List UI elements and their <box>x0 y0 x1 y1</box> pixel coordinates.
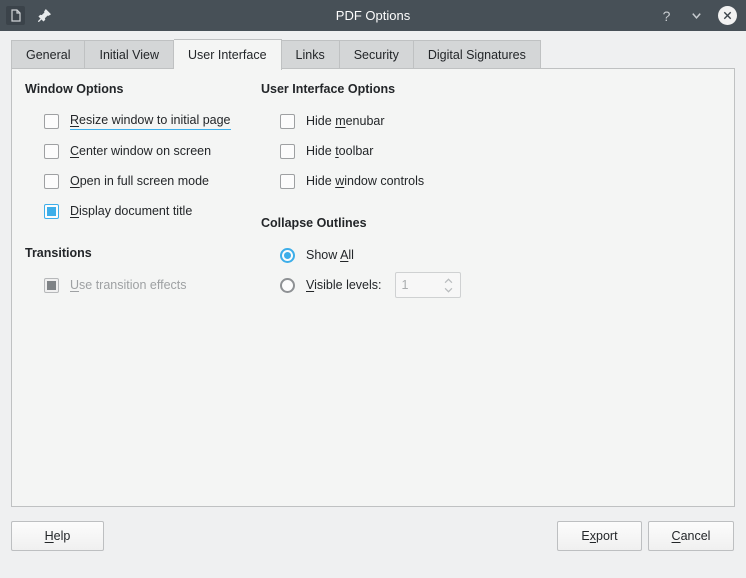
label-text: Hide <box>306 114 336 128</box>
checkbox-label-display-title: Display document title <box>70 204 192 218</box>
radio-label-visible-levels: Visible levels: <box>306 278 382 292</box>
title-bar-controls: ? <box>658 6 746 25</box>
label-text: port <box>596 529 618 543</box>
mnemonic: D <box>70 204 80 218</box>
checkbox-row-resize-window[interactable]: Resize window to initial page <box>25 106 243 136</box>
checkbox-label-hide-toolbar: Hide toolbar <box>306 144 373 158</box>
checkbox-hide-window-controls[interactable] <box>280 173 295 189</box>
title-bar: PDF Options ? <box>0 0 746 31</box>
radio-visible-levels[interactable] <box>280 277 295 293</box>
checkbox-full-screen[interactable] <box>44 173 59 189</box>
checkbox-row-hide-menubar[interactable]: Hide menubar <box>261 106 543 136</box>
radio-row-visible-levels[interactable]: Visible levels: 1 <box>261 270 543 300</box>
checkbox-row-full-screen[interactable]: Open in full screen mode <box>25 166 243 196</box>
label-text: elp <box>53 529 71 543</box>
visible-levels-value: 1 <box>401 278 409 292</box>
checkbox-display-title[interactable] <box>44 203 59 219</box>
label-text: Hide <box>306 174 336 188</box>
checkbox-label-center-window: Center window on screen <box>70 144 211 158</box>
label-text: ancel <box>680 529 711 543</box>
label-text: pen in full screen mode <box>79 174 209 188</box>
tab-label: Initial View <box>99 48 160 62</box>
pin-icon[interactable] <box>35 7 53 25</box>
tab-label: Links <box>295 48 325 62</box>
mnemonic: U <box>70 278 80 292</box>
right-column: User Interface Options Hide menubar Hide… <box>243 82 543 300</box>
export-button[interactable]: Export <box>557 521 642 551</box>
chevron-up-icon <box>444 277 452 283</box>
label-text: ll <box>348 248 354 262</box>
checkbox-hide-toolbar[interactable] <box>280 143 295 159</box>
checkbox-label-hide-window-controls: Hide window controls <box>306 174 424 188</box>
tab-security[interactable]: Security <box>339 40 414 69</box>
checkbox-row-hide-window-controls[interactable]: Hide window controls <box>261 166 543 196</box>
cancel-button-label: Cancel <box>672 529 711 543</box>
collapse-outlines-title: Collapse Outlines <box>261 216 367 230</box>
tab-digital-signatures[interactable]: Digital Signatures <box>413 40 541 69</box>
tab-label: User Interface <box>188 48 267 62</box>
tab-content-panel: Window Options Resize window to initial … <box>11 68 735 507</box>
help-button[interactable]: Help <box>11 521 104 551</box>
checkbox-resize-window[interactable] <box>44 113 59 129</box>
chevron-down-icon <box>444 287 452 293</box>
label-text: esize window to initial page <box>79 112 231 127</box>
spinbox-arrows <box>443 277 454 293</box>
label-text: E <box>581 529 590 543</box>
tab-label: General <box>26 48 71 62</box>
mnemonic: C <box>70 144 80 158</box>
checkbox-label-full-screen: Open in full screen mode <box>70 174 209 188</box>
radio-show-all[interactable] <box>280 247 295 263</box>
help-icon[interactable]: ? <box>658 7 675 24</box>
mnemonic: V <box>306 278 315 292</box>
chevron-down-icon[interactable] <box>688 7 705 24</box>
window-options-title: Window Options <box>25 82 124 96</box>
label-text: se transition effects <box>79 278 187 292</box>
label-text: isplay document title <box>79 204 193 218</box>
label-text: indow controls <box>344 174 425 188</box>
checkbox-center-window[interactable] <box>44 143 59 159</box>
label-text: Show <box>306 248 341 262</box>
label-text: isible levels: <box>314 278 382 292</box>
tab-user-interface[interactable]: User Interface <box>174 39 282 70</box>
left-column: Window Options Resize window to initial … <box>12 82 243 300</box>
visible-levels-spinbox: 1 <box>394 272 461 298</box>
transitions-title: Transitions <box>25 246 92 260</box>
radio-label-show-all: Show All <box>306 248 354 262</box>
mnemonic: H <box>44 529 54 543</box>
checkbox-row-center-window[interactable]: Center window on screen <box>25 136 243 166</box>
mnemonic: m <box>335 114 346 128</box>
checkbox-label-resize-window: Resize window to initial page <box>70 113 231 130</box>
label-text: enubar <box>345 114 385 128</box>
checkbox-row-hide-toolbar[interactable]: Hide toolbar <box>261 136 543 166</box>
checkbox-transition-effects <box>44 277 59 293</box>
window-title: PDF Options <box>335 8 411 23</box>
tab-label: Digital Signatures <box>427 48 526 62</box>
mnemonic: R <box>70 112 80 127</box>
title-bar-left-icons <box>0 6 53 25</box>
radio-row-show-all[interactable]: Show All <box>261 240 543 270</box>
cancel-button[interactable]: Cancel <box>648 521 734 551</box>
document-icon <box>6 6 25 25</box>
help-button-label: Help <box>45 529 71 543</box>
checkbox-label-transition-effects: Use transition effects <box>70 278 187 292</box>
tab-strip: General Initial View User Interface Link… <box>11 38 746 70</box>
label-text: oolbar <box>338 144 374 158</box>
ui-options-title: User Interface Options <box>261 82 396 96</box>
checkbox-row-transition-effects: Use transition effects <box>25 270 243 300</box>
close-icon[interactable] <box>718 6 737 25</box>
checkbox-label-hide-menubar: Hide menubar <box>306 114 385 128</box>
label-text: enter window on screen <box>79 144 212 158</box>
checkbox-hide-menubar[interactable] <box>280 113 295 129</box>
export-button-label: Export <box>581 529 617 543</box>
mnemonic: O <box>70 174 80 188</box>
tab-initial-view[interactable]: Initial View <box>85 40 175 69</box>
mnemonic: C <box>671 529 681 543</box>
tab-general[interactable]: General <box>11 40 86 69</box>
tab-links[interactable]: Links <box>281 40 340 69</box>
tab-label: Security <box>353 48 399 62</box>
label-text: Hide <box>306 144 336 158</box>
checkbox-row-display-title[interactable]: Display document title <box>25 196 243 226</box>
mnemonic: w <box>335 174 345 188</box>
